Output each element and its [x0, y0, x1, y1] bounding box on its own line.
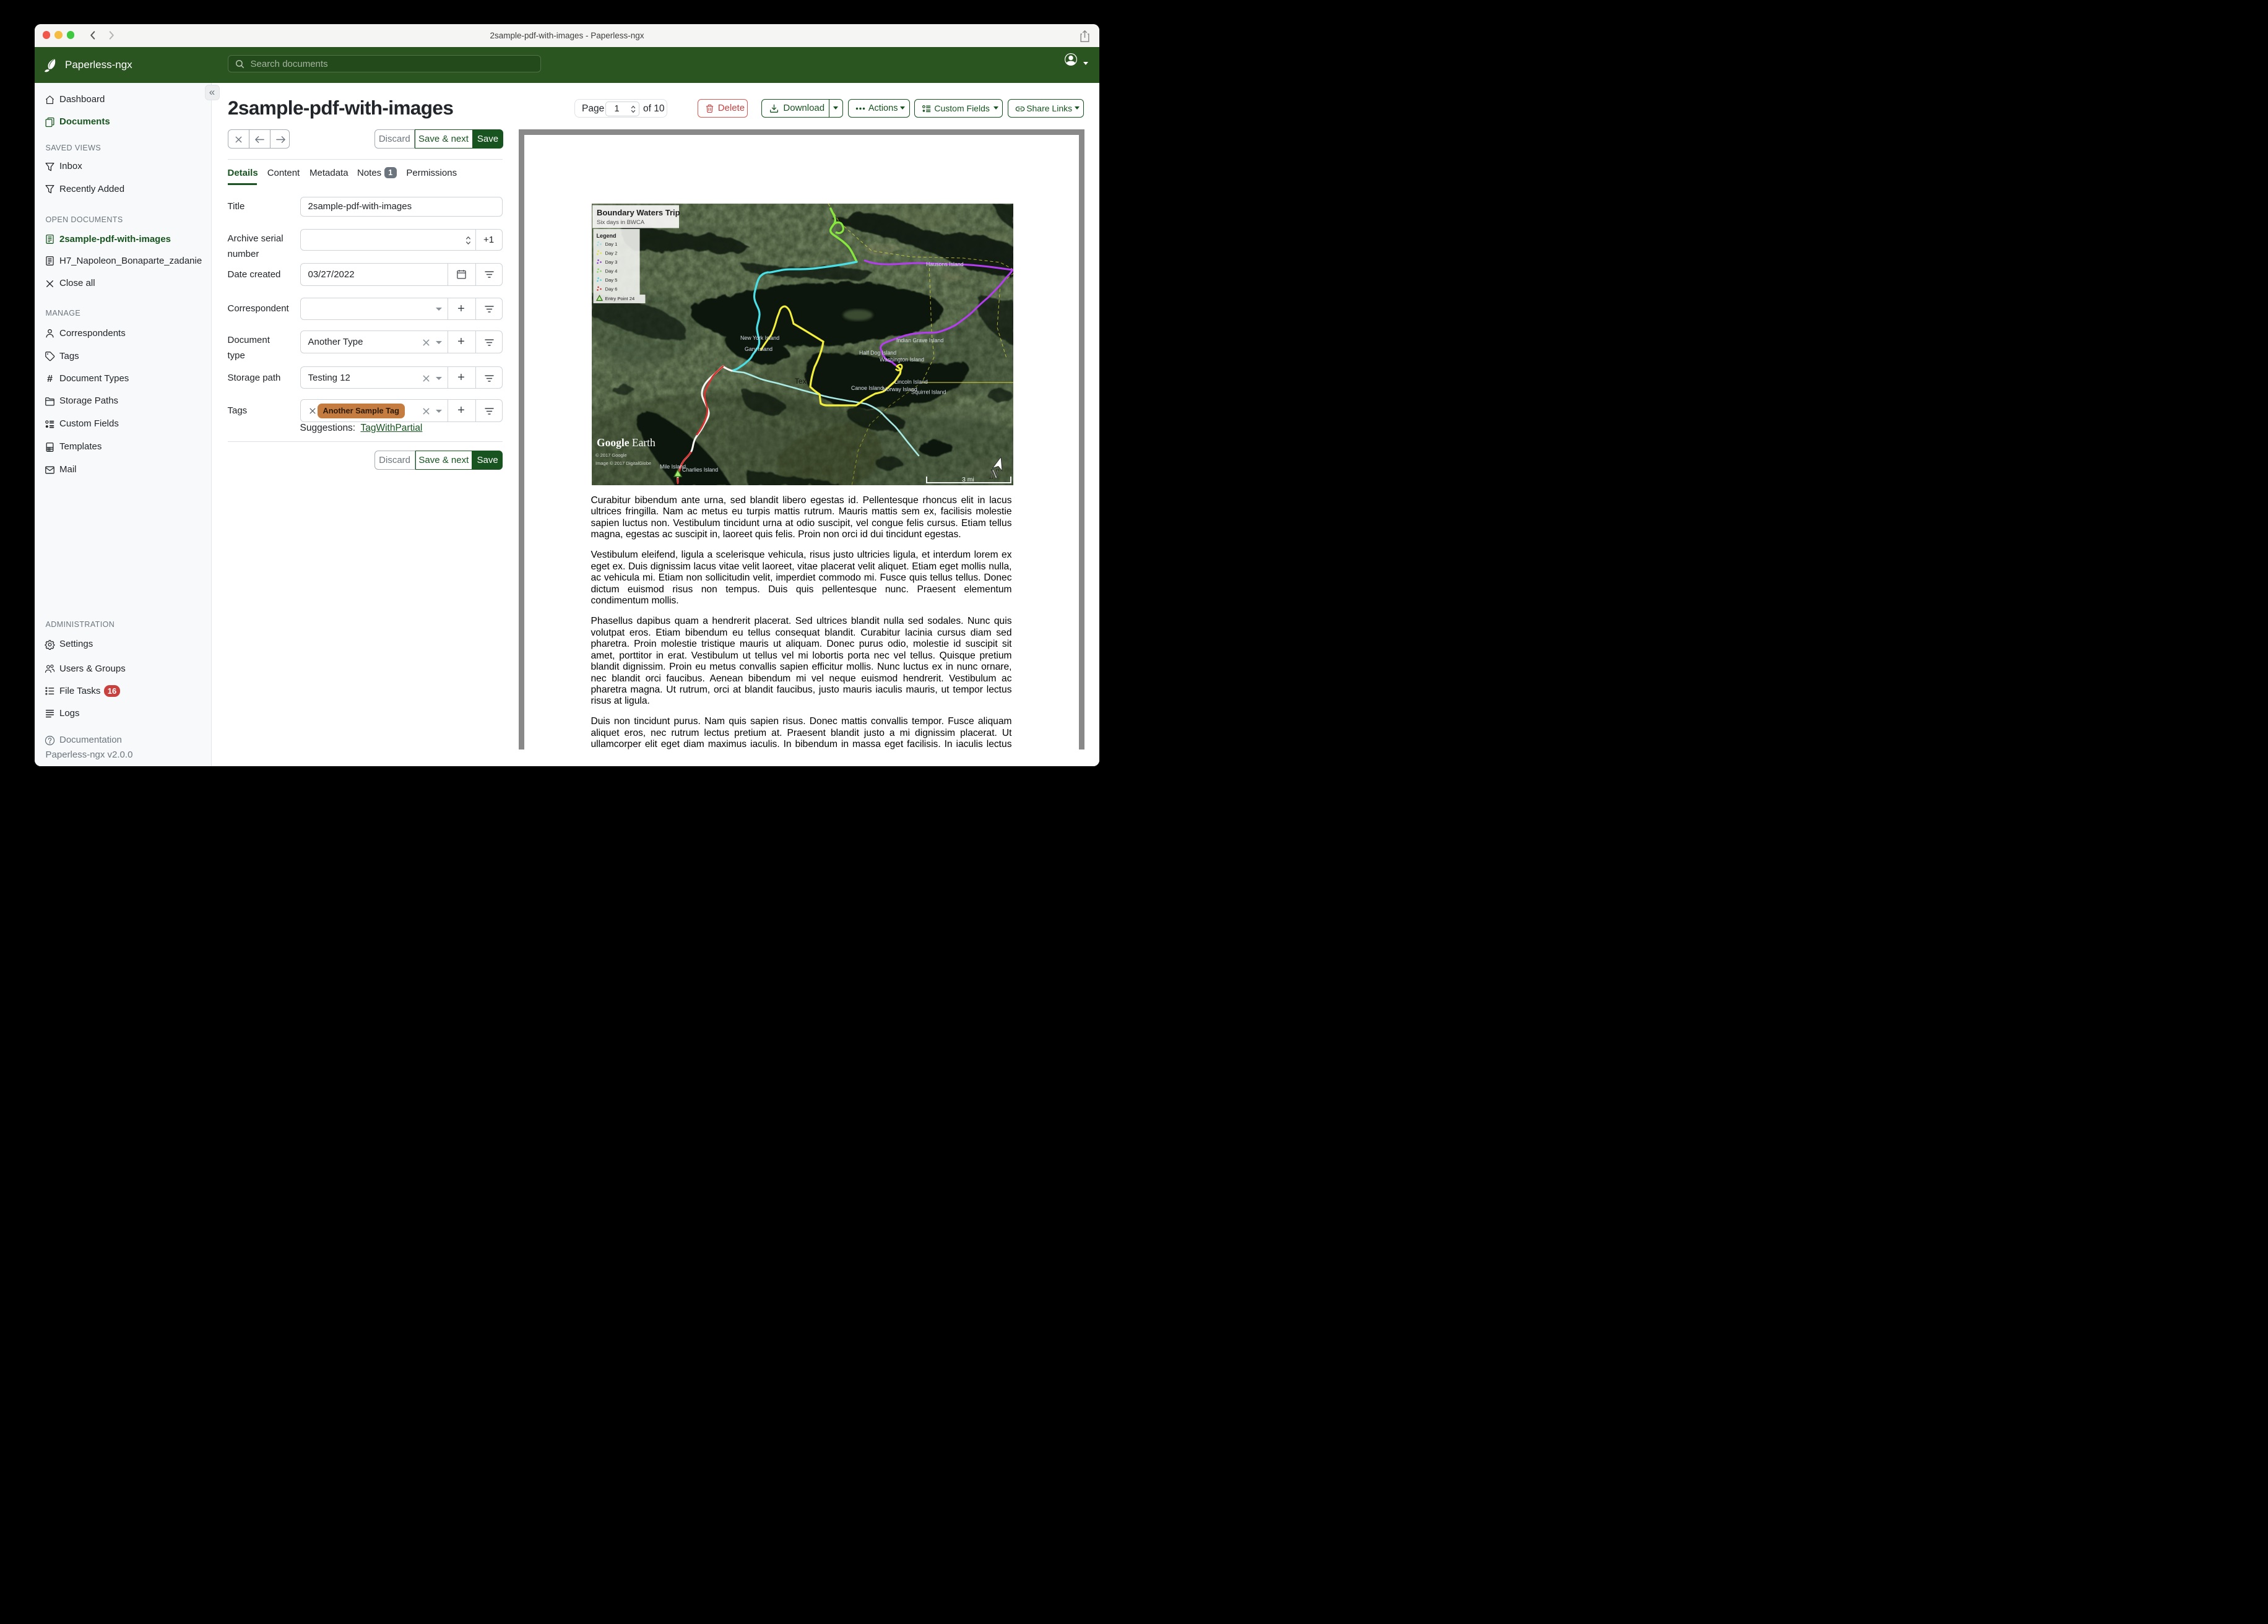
- svg-text:Charlies Island: Charlies Island: [682, 467, 718, 473]
- svg-text:Washington Island: Washington Island: [880, 356, 924, 363]
- svg-text:Day 1: Day 1: [605, 241, 617, 247]
- svg-text:Text: Text: [795, 377, 809, 386]
- svg-text:Boundary Waters Trip: Boundary Waters Trip: [597, 208, 680, 217]
- svg-text:Lincoln Island: Lincoln Island: [894, 379, 928, 385]
- svg-text:New York Island: New York Island: [740, 335, 779, 341]
- svg-text:Half Dog Island: Half Dog Island: [859, 350, 896, 356]
- svg-text:Gary Island: Gary Island: [745, 346, 773, 352]
- svg-text:N: N: [989, 467, 999, 482]
- svg-text:Day 5: Day 5: [605, 277, 617, 283]
- svg-text:Six days in BWCA: Six days in BWCA: [597, 219, 645, 226]
- svg-text:Day 6: Day 6: [605, 286, 617, 292]
- svg-text:Day 3: Day 3: [605, 259, 617, 265]
- svg-text:Squirrel Island: Squirrel Island: [911, 389, 946, 395]
- svg-text:Day 4: Day 4: [605, 268, 617, 274]
- svg-text:Canoe Island: Canoe Island: [851, 385, 883, 391]
- svg-text:Image © 2017 DigitalGlobe: Image © 2017 DigitalGlobe: [595, 460, 651, 466]
- svg-text:3 mi: 3 mi: [962, 476, 974, 483]
- svg-text:Entry Point 24: Entry Point 24: [605, 296, 634, 301]
- svg-text:#: #: [47, 374, 53, 384]
- svg-text:Legend: Legend: [596, 233, 616, 239]
- svg-text:Google Earth: Google Earth: [597, 436, 656, 449]
- svg-text:Indian Grave Island: Indian Grave Island: [896, 337, 943, 343]
- svg-text:Day 2: Day 2: [605, 250, 617, 256]
- svg-text:Hausons Island: Hausons Island: [926, 261, 964, 267]
- svg-text:© 2017 Google: © 2017 Google: [595, 452, 627, 458]
